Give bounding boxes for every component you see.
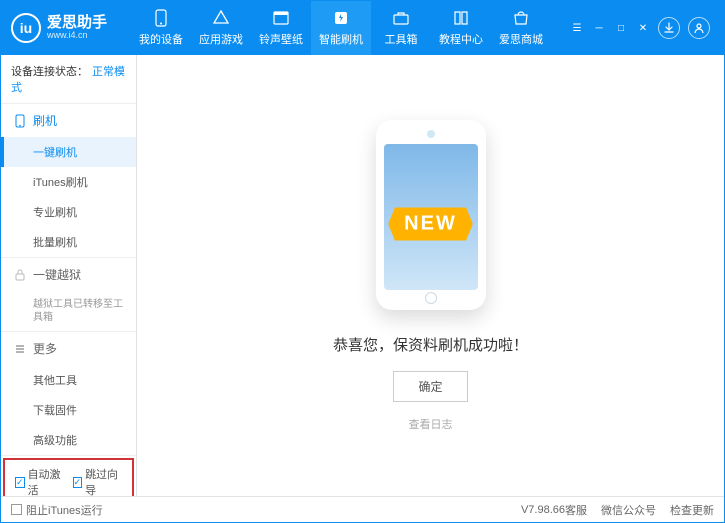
more-icon bbox=[13, 342, 27, 356]
section-更多[interactable]: 更多 bbox=[1, 332, 136, 365]
maximize-icon[interactable]: □ bbox=[614, 21, 628, 35]
apps-icon bbox=[211, 9, 231, 27]
sidebar-item[interactable]: 一键刷机 bbox=[1, 137, 136, 167]
checkbox-跳过向导[interactable]: ✓跳过向导 bbox=[73, 466, 123, 496]
app-url: www.i4.cn bbox=[47, 31, 107, 41]
section-刷机[interactable]: 刷机 bbox=[1, 104, 136, 137]
user-button[interactable] bbox=[688, 17, 710, 39]
flash-icon bbox=[331, 9, 351, 27]
ok-button[interactable]: 确定 bbox=[393, 371, 467, 402]
connection-status: 设备连接状态：正常模式 bbox=[1, 55, 136, 104]
toolbox-icon bbox=[391, 9, 411, 27]
version-label: V7.98.66 bbox=[521, 504, 565, 516]
sidebar-item[interactable]: 批量刷机 bbox=[1, 227, 136, 257]
block-itunes-checkbox[interactable]: 阻止iTunes运行 bbox=[11, 502, 103, 518]
sidebar-item[interactable]: iTunes刷机 bbox=[1, 167, 136, 197]
shop-icon bbox=[511, 9, 531, 27]
checkbox-icon: ✓ bbox=[15, 477, 25, 488]
sidebar-item[interactable]: 专业刷机 bbox=[1, 197, 136, 227]
sidebar: 设备连接状态：正常模式 刷机一键刷机iTunes刷机专业刷机批量刷机一键越狱越狱… bbox=[1, 55, 137, 496]
nav-media[interactable]: 铃声壁纸 bbox=[251, 1, 311, 55]
logo: iu 爱思助手 www.i4.cn bbox=[11, 13, 131, 43]
media-icon bbox=[271, 9, 291, 27]
checkbox-icon: ✓ bbox=[73, 477, 83, 488]
nav-flash[interactable]: 智能刷机 bbox=[311, 1, 371, 55]
phone-icon bbox=[151, 9, 171, 27]
title-bar: iu 爱思助手 www.i4.cn 我的设备应用游戏铃声壁纸智能刷机工具箱教程中… bbox=[1, 1, 724, 55]
book-icon bbox=[451, 9, 471, 27]
logo-icon: iu bbox=[11, 13, 41, 43]
main-nav: 我的设备应用游戏铃声壁纸智能刷机工具箱教程中心爱思商城 bbox=[131, 1, 570, 55]
sidebar-item[interactable]: 其他工具 bbox=[1, 365, 136, 395]
nav-apps[interactable]: 应用游戏 bbox=[191, 1, 251, 55]
sidebar-item[interactable]: 高级功能 bbox=[1, 425, 136, 455]
download-button[interactable] bbox=[658, 17, 680, 39]
status-bar: 阻止iTunes运行 V7.98.66 客服 微信公众号 检查更新 bbox=[1, 496, 724, 522]
minimize-icon[interactable]: ─ bbox=[592, 21, 606, 35]
window-controls: ☰ ─ □ ✕ bbox=[570, 17, 714, 39]
close-icon[interactable]: ✕ bbox=[636, 21, 650, 35]
lock-icon bbox=[13, 268, 27, 282]
flash-icon bbox=[13, 114, 27, 128]
nav-book[interactable]: 教程中心 bbox=[431, 1, 491, 55]
nav-phone[interactable]: 我的设备 bbox=[131, 1, 191, 55]
success-message: 恭喜您，保资料刷机成功啦！ bbox=[333, 334, 528, 355]
app-title: 爱思助手 bbox=[47, 15, 107, 32]
success-illustration: NEW bbox=[376, 120, 486, 310]
nav-shop[interactable]: 爱思商城 bbox=[491, 1, 551, 55]
main-content: NEW 恭喜您，保资料刷机成功啦！ 确定 查看日志 bbox=[137, 55, 724, 496]
footer-link[interactable]: 微信公众号 bbox=[601, 505, 656, 517]
view-log-link[interactable]: 查看日志 bbox=[409, 416, 453, 432]
sidebar-item: 越狱工具已转移至工具箱 bbox=[1, 291, 136, 331]
footer-link[interactable]: 客服 bbox=[565, 505, 587, 517]
nav-toolbox[interactable]: 工具箱 bbox=[371, 1, 431, 55]
section-一键越狱[interactable]: 一键越狱 bbox=[1, 258, 136, 291]
checkbox-自动激活[interactable]: ✓自动激活 bbox=[15, 466, 65, 496]
option-checkboxes: ✓自动激活 ✓跳过向导 bbox=[3, 458, 134, 496]
new-ribbon: NEW bbox=[388, 208, 473, 241]
footer-link[interactable]: 检查更新 bbox=[670, 505, 714, 517]
menu-icon[interactable]: ☰ bbox=[570, 21, 584, 35]
app-window: { "header": { "logo_title": "爱思助手", "log… bbox=[0, 0, 725, 523]
sidebar-item[interactable]: 下载固件 bbox=[1, 395, 136, 425]
